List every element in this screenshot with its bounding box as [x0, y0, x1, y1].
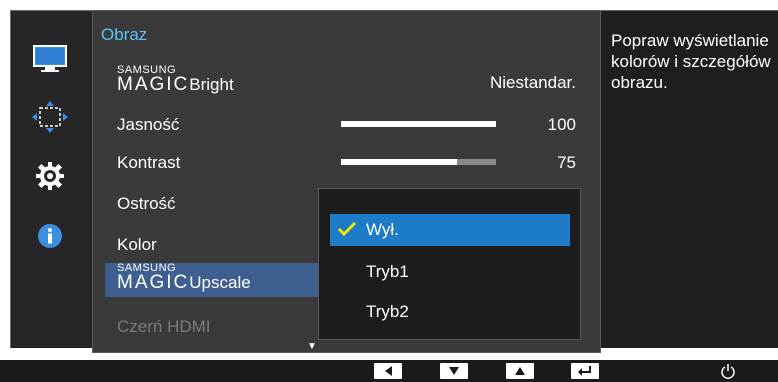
left-arrow-icon[interactable]	[374, 363, 402, 379]
enter-icon[interactable]	[571, 363, 599, 379]
power-icon[interactable]	[718, 361, 738, 381]
menu-title: Obraz	[101, 25, 148, 44]
dropdown-option-mode2[interactable]: Tryb2	[330, 296, 570, 328]
sharpness-label: Ostrość	[117, 194, 176, 213]
magic-upscale-label: SAMSUNG MAGICUpscale	[117, 262, 251, 293]
help-description: Popraw wyświetlanie kolorów i szczegółów…	[611, 31, 771, 92]
hdmi-black-label: Czerń HDMI	[117, 317, 211, 336]
menu-item-brightness[interactable]: Jasność 100	[93, 109, 600, 141]
brightness-slider[interactable]	[341, 121, 496, 127]
info-icon[interactable]	[30, 219, 70, 253]
dropdown-option-off[interactable]: Wył.	[330, 214, 570, 246]
button-guide-bar	[0, 360, 778, 382]
contrast-value: 75	[557, 153, 576, 172]
menu-item-magic-bright[interactable]: SAMSUNG MAGICBright Niestandar.	[93, 64, 600, 99]
magic-bright-value: Niestandar.	[490, 73, 576, 92]
brightness-value: 100	[547, 115, 576, 134]
down-arrow-icon[interactable]	[440, 363, 468, 379]
checkmark-icon	[337, 221, 357, 242]
brightness-label: Jasność	[117, 115, 180, 134]
scroll-down-indicator-icon[interactable]: ▼	[307, 341, 317, 352]
settings-gear-icon[interactable]	[30, 159, 70, 193]
up-arrow-icon[interactable]	[506, 363, 534, 379]
monitor-icon[interactable]	[30, 42, 70, 76]
position-icon[interactable]	[30, 100, 70, 134]
color-label: Kolor	[117, 235, 157, 254]
menu-item-magic-upscale[interactable]: SAMSUNG MAGICUpscale	[105, 263, 319, 297]
contrast-slider-fill	[341, 159, 458, 165]
menu-item-contrast[interactable]: Kontrast 75	[93, 147, 600, 179]
upscale-dropdown: Wył. Tryb1 Tryb2	[318, 188, 581, 340]
dropdown-option-mode1[interactable]: Tryb1	[330, 256, 570, 288]
brightness-slider-fill	[341, 121, 496, 127]
contrast-label: Kontrast	[117, 153, 181, 172]
osd-sidebar	[11, 11, 92, 347]
contrast-slider[interactable]	[341, 159, 496, 165]
magic-bright-label: SAMSUNG MAGICBright	[117, 64, 234, 95]
